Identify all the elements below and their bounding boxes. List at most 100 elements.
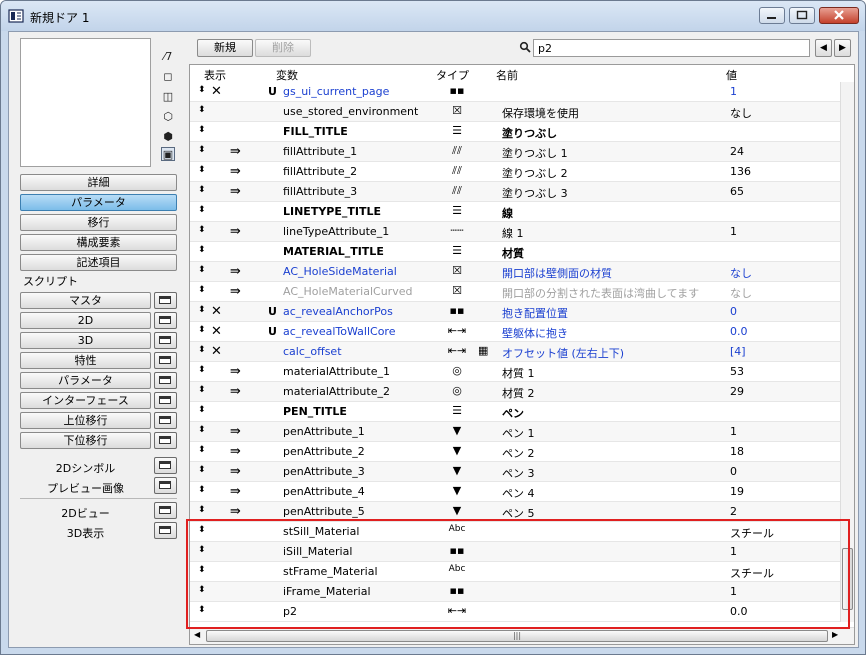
move-handle-icon[interactable]: ⬍ (198, 485, 206, 495)
variable-name[interactable]: fillAttribute_2 (283, 165, 357, 178)
table-row[interactable]: ⬍ p2 ⇤⇥ 0.0 (190, 602, 840, 622)
parameter-value[interactable]: なし (730, 265, 752, 281)
move-handle-icon[interactable]: ⬍ (198, 345, 206, 355)
view-tool-6[interactable]: ▣ (161, 147, 175, 161)
next-match-button[interactable]: ▶ (834, 39, 851, 57)
move-handle-icon[interactable]: ⬍ (198, 205, 206, 215)
variable-name[interactable]: p2 (283, 605, 297, 618)
header-type[interactable]: タイプ (436, 67, 469, 83)
attribute-arrow-icon[interactable]: ⇛ (230, 424, 241, 439)
variable-name[interactable]: iSill_Material (283, 545, 352, 558)
parameter-value[interactable]: 1 (730, 585, 737, 598)
integer-icon[interactable]: ▪▪ (446, 544, 468, 557)
parameter-name[interactable]: 材質 1 (502, 365, 535, 381)
horizontal-scrollbar[interactable]: ◀ ||| ▶ (190, 627, 854, 644)
table-row[interactable]: ⬍ ✕ calc_offset ⇤⇥ ▦ オフセット値 (左右上下) [4] (190, 342, 840, 362)
hide-toggle-icon[interactable]: ✕ (211, 304, 222, 319)
variable-name[interactable]: lineTypeAttribute_1 (283, 225, 389, 238)
integer-icon[interactable]: ▪▪ (446, 584, 468, 597)
title-icon[interactable]: ☰ (446, 204, 468, 217)
parameter-value[interactable]: 24 (730, 145, 744, 158)
move-handle-icon[interactable]: ⬍ (198, 565, 206, 575)
pen-icon[interactable]: ▼ (446, 444, 468, 457)
variable-name[interactable]: stSill_Material (283, 525, 359, 538)
view-tool-1[interactable]: ⁄7 (161, 50, 175, 64)
parameter-name[interactable]: ペン 1 (502, 425, 535, 441)
variable-name[interactable]: ac_revealToWallCore (283, 325, 395, 338)
move-handle-icon[interactable]: ⬍ (198, 285, 206, 295)
parameter-value[interactable]: スチール (730, 525, 774, 541)
close-button[interactable] (819, 7, 859, 24)
table-row[interactable]: ⬍ PEN_TITLE ☰ ペン (190, 402, 840, 422)
table-row[interactable]: ⬍ FILL_TITLE ☰ 塗りつぶし (190, 122, 840, 142)
table-row[interactable]: ⬍ use_stored_environment ☒ 保存環境を使用 なし (190, 102, 840, 122)
attribute-arrow-icon[interactable]: ⇛ (230, 144, 241, 159)
fill-icon[interactable]: ⫽⫽ (446, 164, 468, 178)
parameter-value[interactable]: 0 (730, 465, 737, 478)
new-button[interactable]: 新規 (197, 39, 253, 57)
parameter-name[interactable]: 線 (502, 205, 513, 221)
view-tool-2[interactable]: ◻ (161, 70, 175, 84)
attribute-arrow-icon[interactable]: ⇛ (230, 164, 241, 179)
parameter-value[interactable]: なし (730, 285, 752, 301)
header-variable[interactable]: 変数 (276, 67, 298, 83)
variable-name[interactable]: AC_HoleMaterialCurved (283, 285, 412, 298)
variable-name[interactable]: penAttribute_1 (283, 425, 365, 438)
table-row[interactable]: ⬍ ⇛ fillAttribute_1 ⫽⫽ 塗りつぶし 1 24 (190, 142, 840, 162)
parameter-value[interactable]: 29 (730, 385, 744, 398)
move-handle-icon[interactable]: ⬍ (198, 145, 206, 155)
unique-flag[interactable]: U (268, 85, 277, 98)
preview-image[interactable]: プレビュー画像 (20, 480, 151, 496)
scroll-right-icon[interactable]: ▶ (832, 630, 838, 639)
script-button[interactable]: 2D (20, 312, 151, 329)
symbol-2d[interactable]: 2Dシンボル (20, 460, 151, 476)
parameter-value[interactable]: 136 (730, 165, 751, 178)
table-row[interactable]: ⬍ ⇛ penAttribute_4 ▼ ペン 4 19 (190, 482, 840, 502)
parameter-name[interactable]: 壁躯体に抱き (502, 325, 568, 341)
parameter-value[interactable]: [4] (730, 345, 746, 358)
fill-icon[interactable]: ⫽⫽ (446, 184, 468, 198)
parameter-value[interactable]: 0 (730, 305, 737, 318)
script-button[interactable]: パラメータ (20, 372, 151, 389)
variable-name[interactable]: penAttribute_5 (283, 505, 365, 518)
variable-name[interactable]: iFrame_Material (283, 585, 371, 598)
open-window-icon[interactable] (154, 432, 177, 449)
move-handle-icon[interactable]: ⬍ (198, 525, 206, 535)
move-handle-icon[interactable]: ⬍ (198, 605, 206, 615)
linetype-icon[interactable]: ┄┄ (446, 224, 468, 237)
variable-name[interactable]: materialAttribute_1 (283, 365, 390, 378)
parameter-name[interactable]: 塗りつぶし 3 (502, 185, 568, 201)
attribute-arrow-icon[interactable]: ⇛ (230, 264, 241, 279)
move-handle-icon[interactable]: ⬍ (198, 585, 206, 595)
array-icon[interactable]: ▦ (478, 344, 488, 357)
move-handle-icon[interactable]: ⬍ (198, 105, 206, 115)
fill-icon[interactable]: ⫽⫽ (446, 144, 468, 158)
open-window-icon[interactable] (154, 372, 177, 389)
scroll-thumb[interactable] (842, 548, 853, 610)
vertical-scrollbar[interactable] (840, 82, 854, 622)
parameter-value[interactable]: 1 (730, 545, 737, 558)
title-icon[interactable]: ☰ (446, 404, 468, 417)
attribute-arrow-icon[interactable]: ⇛ (230, 464, 241, 479)
variable-name[interactable]: LINETYPE_TITLE (283, 205, 381, 218)
string-icon[interactable]: Abc (446, 564, 468, 574)
attribute-arrow-icon[interactable]: ⇛ (230, 284, 241, 299)
parameter-name[interactable]: 塗りつぶし (502, 125, 557, 141)
pen-icon[interactable]: ▼ (446, 424, 468, 437)
boolean-icon[interactable]: ☒ (446, 284, 468, 297)
table-row[interactable]: ⬍ ⇛ AC_HoleMaterialCurved ☒ 開口部の分割された表面は湾曲して… (190, 282, 840, 302)
open-window-icon[interactable] (154, 412, 177, 429)
move-handle-icon[interactable]: ⬍ (198, 165, 206, 175)
variable-name[interactable]: use_stored_environment (283, 105, 418, 118)
table-row[interactable]: ⬍ ⇛ lineTypeAttribute_1 ┄┄ 線 1 1 (190, 222, 840, 242)
parameter-name[interactable]: 線 1 (502, 225, 524, 241)
move-handle-icon[interactable]: ⬍ (198, 505, 206, 515)
header-value[interactable]: 値 (726, 67, 737, 83)
variable-name[interactable]: gs_ui_current_page (283, 85, 389, 98)
view-tool-5[interactable]: ⬢ (161, 130, 175, 144)
parameter-name[interactable]: ペン 2 (502, 445, 535, 461)
variable-name[interactable]: AC_HoleSideMaterial (283, 265, 397, 278)
table-row[interactable]: ⬍ ✕ Ugs_ui_current_page ▪▪ 1 (190, 82, 840, 102)
attribute-arrow-icon[interactable]: ⇛ (230, 484, 241, 499)
variable-name[interactable]: fillAttribute_1 (283, 145, 357, 158)
